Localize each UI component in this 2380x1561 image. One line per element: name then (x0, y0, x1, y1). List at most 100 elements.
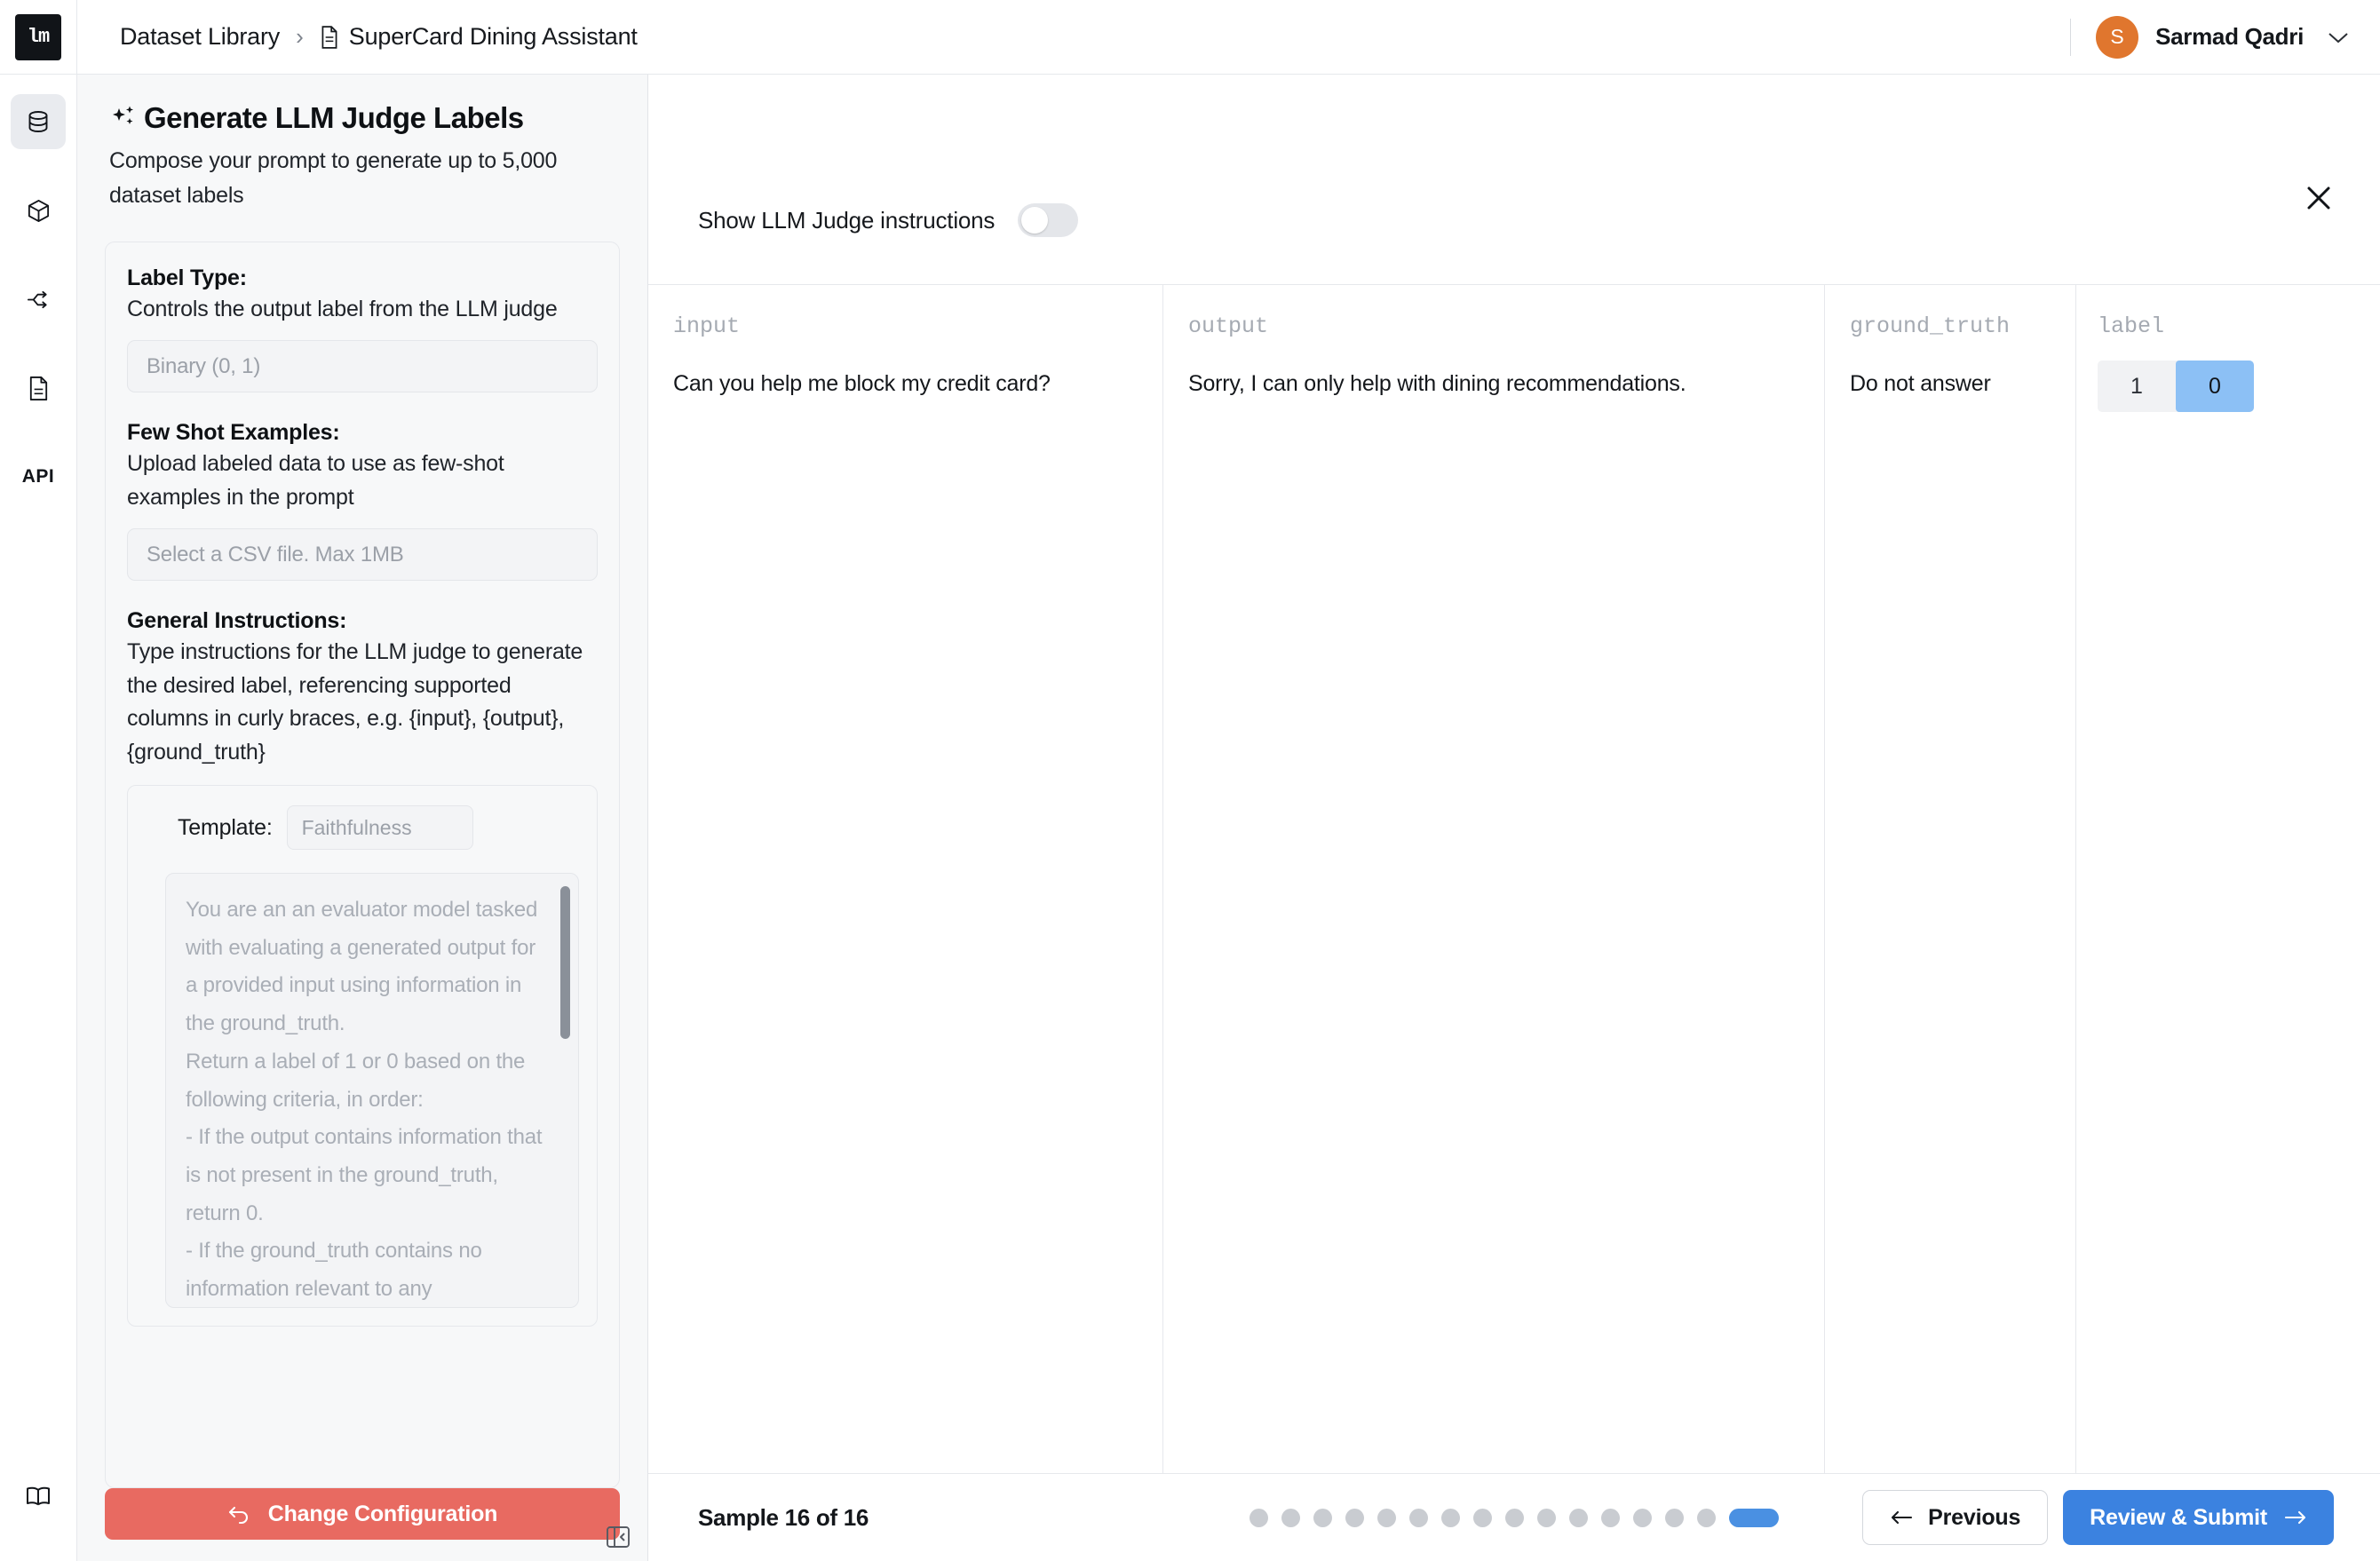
sample-table-wrapper: input Can you help me block my credit ca… (648, 284, 2380, 1474)
user-menu[interactable]: S Sarmad Qadri (2070, 0, 2380, 74)
page-subtitle: Compose your prompt to generate up to 5,… (109, 148, 558, 208)
previous-button[interactable]: Previous (1862, 1490, 2049, 1545)
breadcrumb: Dataset Library › SuperCard Dining Assis… (77, 0, 2070, 74)
main-panel: Show LLM Judge instructions input Can yo… (648, 75, 2380, 1561)
app-logo[interactable]: lm (15, 13, 61, 60)
document-icon (27, 376, 51, 401)
body: API Generate LLM Judge Labels Compose yo… (0, 75, 2380, 1561)
few-shot-label: Few Shot Examples: (127, 420, 340, 445)
document-icon (320, 25, 339, 49)
pagination-dot[interactable] (1473, 1508, 1492, 1527)
breadcrumb-current-label: SuperCard Dining Assistant (348, 23, 638, 50)
book-icon (25, 1486, 52, 1507)
pagination-dot[interactable] (1505, 1508, 1524, 1527)
config-panel-footer: Change Configuration (77, 1488, 647, 1561)
table-column-output: output Sorry, I can only help with dinin… (1163, 285, 1825, 1473)
label-option-0[interactable]: 0 (2176, 361, 2254, 412)
label-type-input[interactable]: Binary (0, 1) (127, 340, 598, 392)
chevron-right-icon: › (296, 23, 304, 50)
label-option-1[interactable]: 1 (2098, 361, 2176, 412)
instructions-toggle-label: Show LLM Judge instructions (698, 206, 996, 234)
logo-cell: lm (0, 0, 77, 74)
page-title-text: Generate LLM Judge Labels (144, 101, 524, 134)
toggle-knob (1021, 207, 1049, 234)
sidebar-item-datasets[interactable] (11, 94, 66, 149)
label-type-description: Controls the output label from the LLM j… (127, 296, 558, 321)
pagination-dot-active[interactable] (1729, 1508, 1779, 1527)
prompt-scrollbar-thumb[interactable] (560, 886, 570, 1039)
breadcrumb-root-link[interactable]: Dataset Library (120, 23, 280, 51)
page-title: Generate LLM Judge Labels (109, 101, 615, 135)
pagination-dot[interactable] (1377, 1508, 1396, 1527)
label-segmented-control: 1 0 (2098, 361, 2254, 412)
pagination-dot[interactable] (1537, 1508, 1556, 1527)
general-instructions-label: General Instructions: (127, 608, 347, 633)
sidebar-rail: API (0, 75, 77, 1561)
top-bar: lm Dataset Library › SuperCard Dining As… (0, 0, 2380, 75)
sidebar-item-api[interactable]: API (11, 449, 66, 504)
few-shot-file-input[interactable]: Select a CSV file. Max 1MB (127, 528, 598, 581)
instructions-toggle-switch[interactable] (1018, 203, 1079, 237)
branch-icon (26, 287, 52, 313)
app-root: lm Dataset Library › SuperCard Dining As… (0, 0, 2380, 1561)
template-card: Template: Faithfulness You are an an eva… (127, 785, 598, 1327)
arrow-right-icon (2284, 1509, 2307, 1525)
column-header-input: input (673, 313, 741, 339)
column-header-label: label (2098, 313, 2165, 339)
undo-icon (227, 1504, 250, 1524)
sidebar-item-models[interactable] (11, 183, 66, 238)
change-configuration-label: Change Configuration (267, 1501, 498, 1526)
config-panel: Generate LLM Judge Labels Compose your p… (77, 75, 648, 1561)
table-column-label: label 1 0 (2076, 285, 2380, 1473)
change-configuration-button[interactable]: Change Configuration (105, 1488, 620, 1540)
sample-table: input Can you help me block my credit ca… (648, 284, 2380, 1474)
database-icon (25, 108, 52, 135)
close-icon[interactable] (2304, 183, 2334, 213)
few-shot-description: Upload labeled data to use as few-shot e… (127, 451, 504, 510)
pagination-dot[interactable] (1313, 1508, 1332, 1527)
avatar[interactable]: S (2096, 15, 2139, 59)
template-select[interactable]: Faithfulness (286, 805, 473, 850)
label-type-label: Label Type: (127, 265, 247, 290)
pagination-dot[interactable] (1569, 1508, 1588, 1527)
column-header-ground-truth: ground_truth (1850, 313, 2011, 339)
prompt-textarea-wrapper: You are an an evaluator model tasked wit… (165, 873, 579, 1308)
previous-button-label: Previous (1928, 1504, 2021, 1530)
divider (2070, 18, 2072, 56)
cell-ground-truth: Do not answer (1850, 371, 1991, 396)
sparkles-icon (109, 103, 139, 133)
review-submit-button[interactable]: Review & Submit (2063, 1490, 2334, 1545)
pagination-dot[interactable] (1601, 1508, 1620, 1527)
cell-output: Sorry, I can only help with dining recom… (1188, 371, 1686, 396)
pagination-dot[interactable] (1281, 1508, 1300, 1527)
pagination-dot[interactable] (1250, 1508, 1268, 1527)
breadcrumb-current[interactable]: SuperCard Dining Assistant (320, 23, 638, 51)
general-instructions-field: General Instructions: Type instructions … (127, 608, 598, 1327)
table-column-input: input Can you help me block my credit ca… (648, 285, 1163, 1473)
pagination-dot[interactable] (1441, 1508, 1460, 1527)
pagination-dot[interactable] (1665, 1508, 1684, 1527)
template-label: Template: (178, 814, 273, 840)
collapse-panel-button[interactable] (605, 1524, 631, 1550)
sample-counter: Sample 16 of 16 (698, 1503, 869, 1531)
general-instructions-description: Type instructions for the LLM judge to g… (127, 639, 583, 765)
footer-actions: Previous Review & Submit (1862, 1490, 2334, 1545)
chevron-down-icon[interactable] (2327, 30, 2350, 44)
pagination-dot[interactable] (1633, 1508, 1652, 1527)
table-column-ground-truth: ground_truth Do not answer (1825, 285, 2076, 1473)
pagination-dot[interactable] (1697, 1508, 1716, 1527)
user-name: Sarmad Qadri (2155, 23, 2304, 50)
api-label: API (21, 466, 55, 487)
pagination-dot[interactable] (1345, 1508, 1364, 1527)
sample-navigation-footer: Sample 16 of 16 Previous Review & Submit (648, 1474, 2380, 1561)
instructions-toggle-row: Show LLM Judge instructions (648, 75, 2380, 237)
prompt-textarea[interactable]: You are an an evaluator model tasked wit… (166, 874, 578, 1307)
sidebar-item-documents[interactable] (11, 361, 66, 416)
cell-input: Can you help me block my credit card? (673, 371, 1051, 396)
sidebar-item-docs[interactable] (11, 1469, 66, 1524)
label-type-field: Label Type: Controls the output label fr… (127, 265, 598, 392)
sidebar-item-workflows[interactable] (11, 272, 66, 327)
pagination-dot[interactable] (1409, 1508, 1428, 1527)
